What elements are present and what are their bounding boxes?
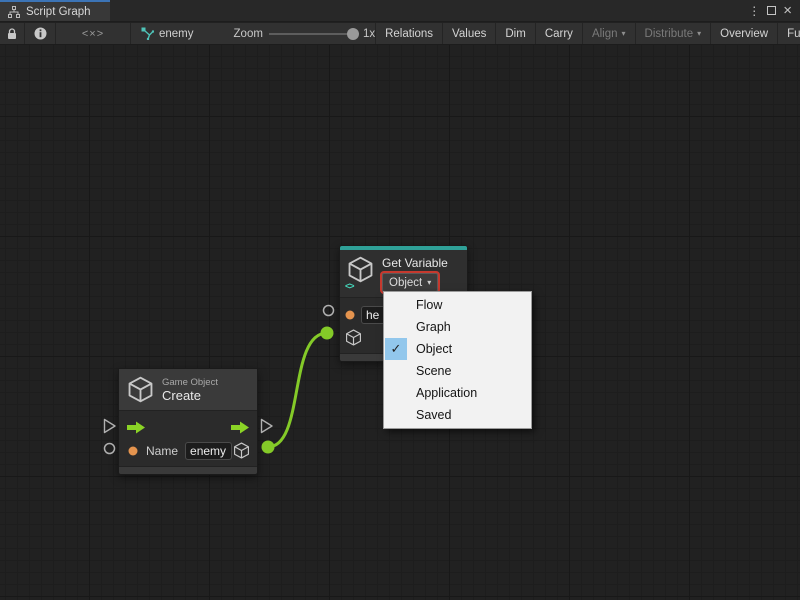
menu-item-object[interactable]: ✓ Object bbox=[384, 338, 531, 360]
checkmark-icon: ✓ bbox=[385, 338, 407, 360]
code-brackets-icon: <> bbox=[345, 281, 354, 291]
graph-hierarchy-icon bbox=[8, 6, 20, 18]
info-icon bbox=[34, 27, 47, 40]
info-button[interactable] bbox=[25, 23, 55, 44]
title-bar: Script Graph ⋮ × bbox=[0, 0, 800, 22]
variable-cube-icon: <> bbox=[347, 256, 374, 288]
gameobject-cube-icon bbox=[345, 329, 362, 346]
getvariable-name-input-port[interactable] bbox=[322, 304, 335, 317]
menu-item-flow[interactable]: Flow bbox=[384, 294, 531, 316]
create-output-port[interactable] bbox=[262, 441, 275, 454]
graph-breadcrumb[interactable]: enemy bbox=[131, 23, 204, 44]
menu-item-scene[interactable]: Scene bbox=[384, 360, 531, 382]
zoom-label: Zoom bbox=[234, 28, 263, 40]
code-icon: <×> bbox=[82, 28, 104, 40]
menu-item-saved[interactable]: Saved bbox=[384, 404, 531, 426]
script-graph-window: Script Graph ⋮ × <×> bbox=[0, 0, 800, 600]
getvariable-object-input-port[interactable] bbox=[321, 327, 334, 340]
create-node-header[interactable]: Game Object Create bbox=[119, 369, 257, 411]
graph-toolbar: <×> enemy Zoom 1x Relations bbox=[0, 23, 800, 45]
zoom-slider[interactable] bbox=[269, 28, 357, 40]
lock-icon bbox=[7, 28, 17, 40]
flow-arrow-icon bbox=[230, 421, 250, 434]
zoom-value: 1x bbox=[363, 28, 375, 40]
maximize-icon[interactable] bbox=[767, 6, 776, 15]
zoom-slider-track[interactable] bbox=[269, 33, 357, 35]
node-type-label: Game Object bbox=[162, 377, 218, 388]
menu-item-application[interactable]: Application bbox=[384, 382, 531, 404]
value-dot-icon bbox=[128, 446, 138, 456]
flow-row bbox=[119, 416, 257, 439]
game-object-create-node[interactable]: Game Object Create Name bbox=[118, 368, 258, 475]
menu-item-graph[interactable]: Graph bbox=[384, 316, 531, 338]
chevron-down-icon: ▾ bbox=[697, 29, 701, 38]
tab-script-graph[interactable]: Script Graph bbox=[0, 0, 110, 21]
node-title: Get Variable bbox=[382, 256, 448, 270]
window-controls: ⋮ × bbox=[748, 0, 800, 21]
create-node-body: Name bbox=[119, 411, 257, 466]
tab-label: Script Graph bbox=[26, 6, 91, 18]
graph-name: enemy bbox=[159, 28, 194, 40]
lock-button[interactable] bbox=[0, 23, 24, 44]
create-flow-input-port[interactable] bbox=[103, 418, 117, 434]
name-param-row: Name bbox=[119, 439, 257, 462]
create-flow-output-port[interactable] bbox=[260, 418, 274, 434]
graph-asset-icon bbox=[141, 27, 154, 40]
values-button[interactable]: Values bbox=[443, 23, 495, 44]
value-dot-icon bbox=[345, 310, 355, 320]
carry-button[interactable]: Carry bbox=[536, 23, 582, 44]
overview-button[interactable]: Overview bbox=[711, 23, 777, 44]
flow-arrow-icon bbox=[126, 421, 146, 434]
gameobject-cube-icon bbox=[233, 442, 250, 459]
variable-scope-menu: Flow Graph ✓ Object Scene Application Sa… bbox=[383, 291, 532, 429]
zoom-control: Zoom 1x bbox=[204, 23, 376, 44]
gameobject-cube-icon bbox=[127, 376, 154, 403]
distribute-button[interactable]: Distribute ▾ bbox=[636, 23, 711, 44]
dim-button[interactable]: Dim bbox=[496, 23, 534, 44]
align-button[interactable]: Align ▾ bbox=[583, 23, 635, 44]
node-title: Create bbox=[162, 388, 218, 403]
graph-canvas[interactable]: <> Get Variable Object ▾ bbox=[0, 45, 800, 600]
zoom-slider-handle[interactable] bbox=[347, 28, 359, 40]
fullscreen-button[interactable]: Full Screen bbox=[778, 23, 800, 44]
chevron-down-icon: ▾ bbox=[427, 278, 431, 287]
node-footer bbox=[119, 466, 257, 474]
connection-wire[interactable] bbox=[268, 333, 327, 447]
relations-button[interactable]: Relations bbox=[376, 23, 442, 44]
variable-scope-dropdown[interactable]: Object ▾ bbox=[382, 273, 438, 292]
window-menu-icon[interactable]: ⋮ bbox=[748, 5, 760, 17]
create-name-input-port[interactable] bbox=[103, 442, 116, 455]
code-preview-button[interactable]: <×> bbox=[56, 23, 130, 44]
close-icon[interactable]: × bbox=[783, 3, 792, 18]
chevron-down-icon: ▾ bbox=[622, 29, 626, 38]
param-label: Name bbox=[146, 444, 178, 458]
name-input-field[interactable] bbox=[185, 442, 232, 460]
